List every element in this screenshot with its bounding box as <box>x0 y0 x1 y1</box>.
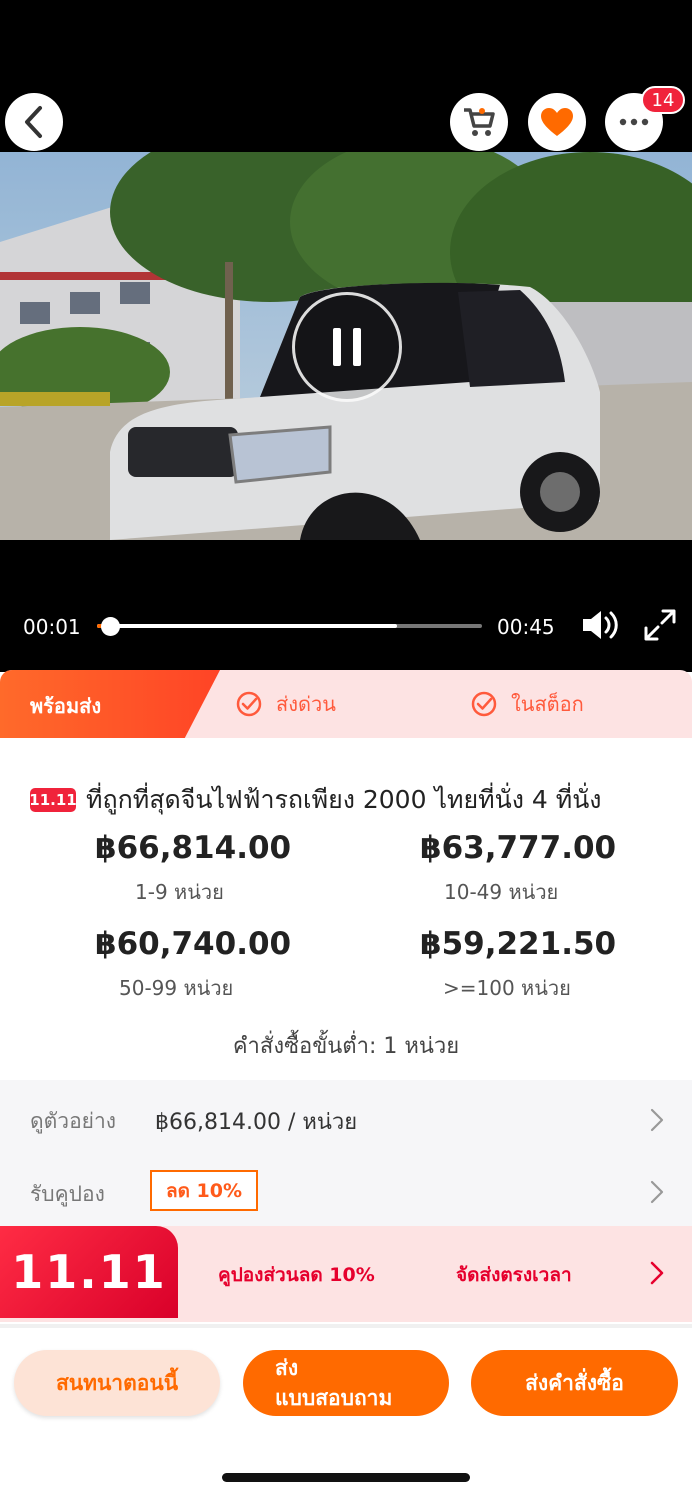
qty-tier-3: 50-99 หน่วย <box>119 976 234 1000</box>
volume-button[interactable] <box>580 608 620 646</box>
favorite-button[interactable] <box>528 93 586 151</box>
qty-tier-1: 1-9 หน่วย <box>135 880 224 904</box>
promo-logo: 11.11 <box>0 1226 178 1318</box>
promo-delivery-text: จัดส่งตรงเวลา <box>456 1264 572 1286</box>
cart-button[interactable] <box>450 93 508 151</box>
tab-express-label: ส่งด่วน <box>276 692 336 716</box>
qty-tier-2: 10-49 หน่วย <box>444 880 559 904</box>
tab-express[interactable]: ส่งด่วน <box>236 688 336 720</box>
pause-button[interactable] <box>292 292 402 402</box>
status-bar <box>0 0 692 90</box>
check-circle-icon <box>236 691 262 717</box>
product-info: 11.11 ที่ถูกที่สุดจีนไฟฟ้ารถเพียง 2000 ไ… <box>0 738 692 1080</box>
shipping-tabs: พร้อมส่ง ส่งด่วน ในสต็อก <box>0 670 692 738</box>
progress-knob[interactable] <box>100 617 120 636</box>
send-inquiry-line1: ส่ง <box>275 1356 299 1380</box>
buffer-bar <box>97 624 397 628</box>
home-indicator <box>222 1473 470 1482</box>
send-inquiry-label: ส่ง แบบสอบถาม <box>275 1353 392 1413</box>
fullscreen-icon <box>644 609 676 641</box>
back-button[interactable] <box>5 93 63 151</box>
price-tier-2: ฿63,777.00 <box>420 830 617 866</box>
price-tier-4: ฿59,221.50 <box>420 926 617 962</box>
tab-in-stock[interactable]: ในสต็อก <box>471 688 584 720</box>
tab-ready-to-ship-label: พร้อมส่ง <box>30 694 102 718</box>
price-tier-3: ฿60,740.00 <box>95 926 292 962</box>
promo-banner[interactable]: 11.11 คูปองส่วนลด 10% จัดส่งตรงเวลา <box>0 1226 692 1322</box>
sample-value: ฿66,814.00 / หน่วย <box>155 1110 358 1135</box>
chevron-right-icon <box>650 1261 664 1285</box>
qty-tier-4: >=100 หน่วย <box>443 976 571 1000</box>
price-tier-1: ฿66,814.00 <box>95 830 292 866</box>
tab-in-stock-label: ในสต็อก <box>511 692 584 716</box>
chevron-left-icon <box>25 106 42 138</box>
chat-now-button[interactable]: สนทนาตอนนี้ <box>14 1350 220 1416</box>
notification-badge: 14 <box>641 86 685 114</box>
cart-icon <box>464 108 495 136</box>
promo-tag: 11.11 <box>29 788 77 812</box>
heart-icon <box>541 108 573 136</box>
send-inquiry-line2: แบบสอบถาม <box>275 1386 393 1410</box>
sample-label: ดูตัวอย่าง <box>30 1109 117 1133</box>
coupon-label: รับคูปอง <box>30 1182 105 1206</box>
product-title: ที่ถูกที่สุดจีนไฟฟ้ารถเพียง 2000 ไทยที่น… <box>86 785 602 814</box>
fullscreen-button[interactable] <box>643 608 677 646</box>
chevron-right-icon <box>650 1180 664 1204</box>
send-inquiry-button[interactable]: ส่ง แบบสอบถาม <box>243 1350 449 1416</box>
video-controls: 00:01 00:45 <box>0 600 692 652</box>
title-row: 11.11 ที่ถูกที่สุดจีนไฟฟ้ารถเพียง 2000 ไ… <box>29 780 602 820</box>
minimum-order: คำสั่งซื้อขั้นต่ำ: 1 หน่วย <box>232 1034 460 1059</box>
check-circle-icon <box>471 691 497 717</box>
volume-icon <box>583 611 618 639</box>
video-area: 14 00:01 00:45 <box>0 0 692 672</box>
info-block: ดูตัวอย่าง ฿66,814.00 / หน่วย รับคูปอง ล… <box>0 1080 692 1226</box>
coupon-tag[interactable]: ลด 10% <box>150 1170 258 1211</box>
more-dots-icon <box>619 118 649 126</box>
chevron-right-icon <box>650 1108 664 1132</box>
send-order-button[interactable]: ส่งคำสั่งซื้อ <box>471 1350 678 1416</box>
progress-track[interactable] <box>97 617 482 636</box>
total-time: 00:45 <box>497 615 555 639</box>
current-time: 00:01 <box>23 615 81 639</box>
promo-coupon-text: คูปองส่วนลด 10% <box>218 1264 375 1286</box>
